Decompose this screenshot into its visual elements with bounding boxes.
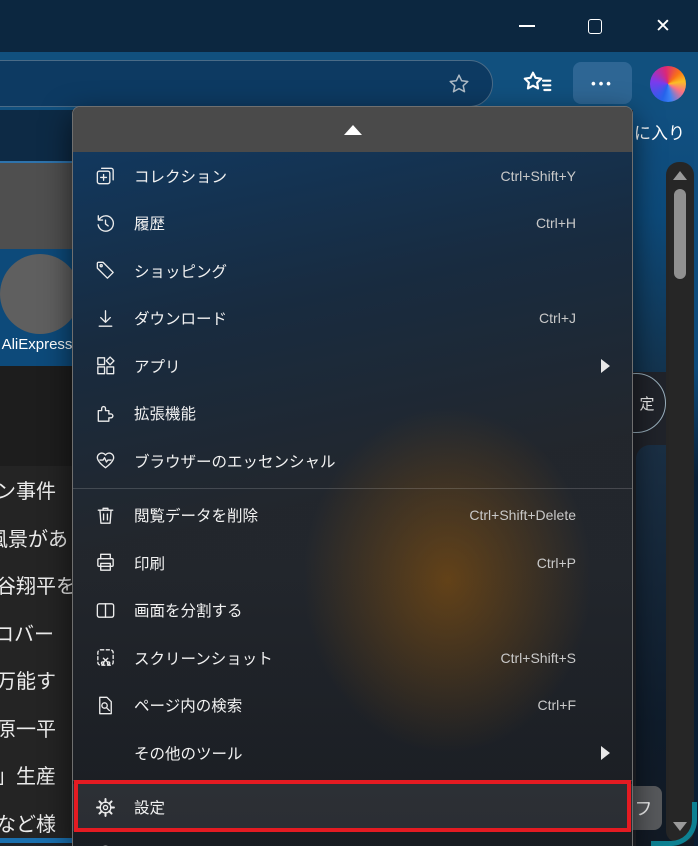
menu-item-screenshot[interactable]: スクリーンショットCtrl+Shift+S [73,634,632,682]
edge-browser-window: ✕ ••• AliExpress ン事件風景があ谷翔平をロバー万能す原一平」生産… [0,0,698,846]
page-scrollbar[interactable] [666,162,694,842]
news-headline[interactable]: ン事件 [0,466,72,514]
menu-item-shortcut: Ctrl+Shift+Y [501,168,576,184]
news-headline[interactable]: 原一平 [0,704,72,752]
minimize-icon [519,25,535,27]
menu-items: コレクションCtrl+Shift+Y履歴Ctrl+HショッピングダウンロードCt… [73,152,632,846]
apps-icon [93,353,118,378]
news-headline[interactable]: 」生産 [0,751,72,799]
menu-item-find-on-page[interactable]: ページ内の検索Ctrl+F [73,682,632,730]
aliexpress-label: AliExpress [0,336,82,353]
close-icon: ✕ [655,17,671,36]
menu-item-label: アプリ [134,355,612,377]
menu-item-label: 閲覧データを削除 [134,504,469,526]
menu-item-shopping[interactable]: ショッピング [73,247,632,295]
menu-item-label: スクリーンショット [134,647,501,669]
menu-item-label: ブラウザーのエッセンシャル [134,450,612,472]
menu-item-help[interactable]: ヘルプとフィードバック [73,831,632,846]
download-icon [93,306,118,331]
page-right-column: に入り 定 フ [633,110,698,846]
menu-item-collections[interactable]: コレクションCtrl+Shift+Y [73,152,632,200]
menu-item-label: その他のツール [134,742,612,764]
menu-item-shortcut: Ctrl+Shift+S [501,650,576,666]
menu-item-label: 画面を分割する [134,599,612,621]
menu-item-label: ダウンロード [134,307,539,329]
history-icon [93,211,118,236]
menu-item-history[interactable]: 履歴Ctrl+H [73,200,632,248]
shopping-icon [93,258,118,283]
menu-item-extensions[interactable]: 拡張機能 [73,390,632,438]
essentials-icon [93,448,118,473]
news-headline[interactable]: 万能す [0,656,72,704]
favorites-hub-icon[interactable] [517,66,557,102]
menu-item-shortcut: Ctrl+Shift+Delete [469,507,576,523]
menu-separator [73,488,632,489]
menu-item-essentials[interactable]: ブラウザーのエッセンシャル [73,437,632,485]
menu-item-shortcut: Ctrl+J [539,310,576,326]
page-dark-band [0,366,72,470]
scroll-up-icon [344,125,362,135]
menu-item-shortcut: Ctrl+P [537,555,576,571]
minimize-button[interactable] [496,0,558,52]
news-headline[interactable]: など様 [0,799,72,839]
scrollbar-up-icon[interactable] [673,171,687,180]
menu-item-label: 印刷 [134,552,537,574]
menu-item-delete-browsing-data[interactable]: 閲覧データを削除Ctrl+Shift+Delete [73,492,632,540]
menu-item-label: ショッピング [134,260,612,282]
favorites-text: に入り [634,119,685,144]
screenshot-icon [93,645,118,670]
settings-and-more-button[interactable]: ••• [573,62,632,104]
news-headline[interactable]: 風景があ [0,514,72,562]
menu-item-print[interactable]: 印刷Ctrl+P [73,539,632,587]
news-headline[interactable]: 谷翔平を [0,561,72,609]
maximize-icon [588,19,602,34]
aliexpress-tile[interactable] [0,254,80,334]
news-headline-list: ン事件風景があ谷翔平をロバー万能す原一平」生産など様 [0,466,72,838]
news-headline[interactable]: ロバー [0,609,72,657]
favorites-bar [0,110,72,164]
menu-item-label: 拡張機能 [134,402,612,424]
extensions-icon [93,401,118,426]
title-bar: ✕ [0,0,698,52]
no-icon [93,740,118,765]
scrollbar-thumb[interactable] [674,189,686,279]
menu-item-shortcut: Ctrl+H [536,215,576,231]
find-on-page-icon [93,693,118,718]
menu-item-shortcut: Ctrl+F [538,697,577,713]
add-favorite-star-icon[interactable] [443,68,475,100]
copilot-icon[interactable] [650,66,686,102]
delete-browsing-data-icon [93,503,118,528]
page-gray-band [0,163,72,249]
help-icon [93,842,118,846]
settings-highlight-box [74,780,631,832]
menu-scroll-up[interactable] [73,107,632,152]
address-bar[interactable] [0,60,493,107]
settings-and-more-menu: コレクションCtrl+Shift+Y履歴Ctrl+HショッピングダウンロードCt… [72,106,633,846]
menu-item-split-screen[interactable]: 画面を分割する [73,587,632,635]
print-icon [93,550,118,575]
menu-item-download[interactable]: ダウンロードCtrl+J [73,295,632,343]
menu-item-apps[interactable]: アプリ [73,342,632,390]
split-screen-icon [93,598,118,623]
menu-item-label: ページ内の検索 [134,694,538,716]
page-accent-line [0,838,72,843]
submenu-arrow-icon [601,746,610,760]
close-button[interactable]: ✕ [632,0,694,52]
menu-item-more-tools[interactable]: その他のツール [73,729,632,777]
menu-item-label: コレクション [134,165,501,187]
maximize-button[interactable] [564,0,626,52]
collections-icon [93,163,118,188]
page-right-edge [694,110,698,846]
submenu-arrow-icon [601,359,610,373]
more-dots-icon: ••• [591,76,614,91]
menu-item-label: 履歴 [134,212,536,234]
